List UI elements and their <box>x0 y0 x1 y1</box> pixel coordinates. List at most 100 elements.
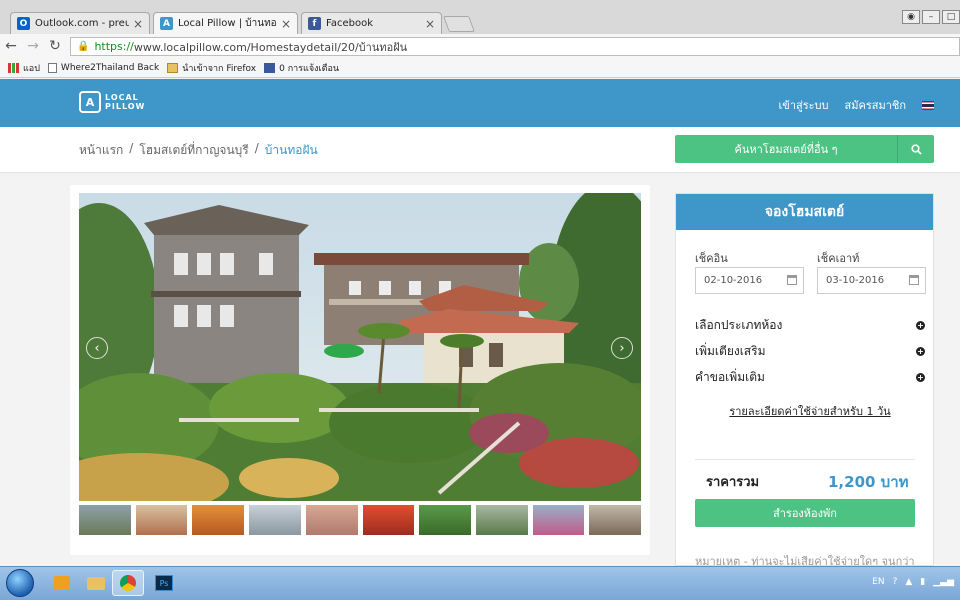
site-logo[interactable]: A LOCAL PILLOW <box>79 91 145 113</box>
window-controls: ◉ – □ <box>902 10 960 24</box>
system-tray: EN ? ▲ ▮ ▁▃▅ <box>872 577 954 587</box>
file-explorer-icon[interactable] <box>80 570 112 596</box>
browser-tab-localpillow[interactable]: A Local Pillow | บ้านทอฝัน × <box>153 12 298 34</box>
page-icon <box>47 62 57 73</box>
close-tab-icon[interactable]: × <box>425 17 435 31</box>
thai-flag-icon[interactable] <box>922 100 934 110</box>
photoshop-icon[interactable]: Ps <box>148 570 180 596</box>
lock-icon: 🔒 <box>77 41 90 52</box>
tab-title: Outlook.com - preuk13@ <box>35 18 129 29</box>
windows-start-icon[interactable] <box>6 569 34 597</box>
media-player-glyph <box>54 576 70 590</box>
url-scheme: https:// <box>94 40 134 53</box>
plus-circle-icon[interactable]: + <box>916 373 925 382</box>
search-icon[interactable] <box>897 135 934 163</box>
chrome-icon[interactable] <box>112 570 144 596</box>
homestay-photo <box>79 193 641 501</box>
reload-icon[interactable]: ↻ <box>44 38 66 54</box>
calendar-icon <box>909 275 919 285</box>
browser-tab-facebook[interactable]: f Facebook × <box>301 12 442 34</box>
room-type-option[interactable]: เลือกประเภทห้อง + <box>695 316 925 335</box>
prev-photo-button[interactable]: ‹ <box>86 337 108 359</box>
bookmark-firefox-import[interactable]: นำเข้าจาก Firefox <box>167 61 256 75</box>
logo-word-top: LOCAL <box>105 93 139 102</box>
checkout-label: เช็คเอาท์ <box>817 252 860 265</box>
close-tab-icon[interactable]: × <box>133 17 143 31</box>
back-icon[interactable]: ← <box>0 38 22 54</box>
battery-icon[interactable]: ▮ <box>920 577 925 587</box>
checkout-date-input[interactable]: 03-10-2016 <box>817 267 926 294</box>
tab-title: Facebook <box>326 18 373 29</box>
photo-illustration <box>79 193 641 501</box>
special-request-option[interactable]: คำขอเพิ่มเติม + <box>695 368 925 387</box>
breadcrumb-separator: / <box>129 141 134 155</box>
option-label: คำขอเพิ่มเติม <box>695 370 765 384</box>
url-path: www.localpillow.com/Homestaydetail/20/บ้… <box>133 40 408 54</box>
photoshop-glyph: Ps <box>155 575 173 591</box>
checkin-label: เช็คอิน <box>695 252 728 265</box>
calendar-icon <box>787 275 797 285</box>
thumbnail[interactable] <box>475 505 528 535</box>
breadcrumb-category[interactable]: โฮมสเตย์ที่กาญจนบุรี <box>139 141 248 160</box>
folder-glyph <box>87 576 105 590</box>
forward-icon[interactable]: → <box>22 38 44 54</box>
checkin-date-input[interactable]: 02-10-2016 <box>695 267 804 294</box>
breadcrumb-home[interactable]: หน้าแรก <box>79 141 123 160</box>
divider <box>695 459 915 460</box>
bookmark-notifications[interactable]: 0 การแจ้งเตือน <box>264 61 339 75</box>
thumbnail[interactable] <box>135 505 188 535</box>
user-icon[interactable]: ◉ <box>902 10 920 24</box>
apps-icon <box>8 62 19 73</box>
windows-taskbar: Ps EN ? ▲ ▮ ▁▃▅ <box>0 566 960 600</box>
breadcrumb: หน้าแรก / โฮมสเตย์ที่กาญจนบุรี / บ้านทอฝ… <box>79 141 318 160</box>
next-photo-button[interactable]: › <box>611 337 633 359</box>
search-other-homestay-button[interactable]: ค้นหาโฮมสเตย์ที่อื่น ๆ <box>675 135 897 163</box>
plus-circle-icon[interactable]: + <box>916 321 925 330</box>
close-tab-icon[interactable]: × <box>281 17 291 31</box>
url-input[interactable]: 🔒 https:// www.localpillow.com/Homestayd… <box>70 37 960 56</box>
bookmark-label: 0 การแจ้งเตือน <box>279 63 339 74</box>
search-glyph <box>910 143 922 155</box>
folder-icon <box>167 62 179 73</box>
maximize-icon[interactable]: □ <box>942 10 960 24</box>
help-icon[interactable]: ? <box>893 577 898 587</box>
reserve-room-button[interactable]: สำรองห้องพัก <box>695 499 915 527</box>
bookmarks-bar: แอป Where2Thailand Back นำเข้าจาก Firefo… <box>0 58 960 78</box>
option-label: เลือกประเภทห้อง <box>695 318 783 332</box>
bookmark-apps[interactable]: แอป <box>8 61 40 75</box>
thumbnail[interactable] <box>192 505 245 535</box>
thumbnail[interactable] <box>79 505 131 535</box>
new-tab-button[interactable] <box>443 16 475 32</box>
bookmark-where2thailand[interactable]: Where2Thailand Back <box>47 62 159 73</box>
login-link[interactable]: เข้าสู่ระบบ <box>779 96 829 114</box>
thumbnail[interactable] <box>362 505 415 535</box>
plus-circle-icon[interactable]: + <box>916 347 925 356</box>
signal-icon[interactable]: ▁▃▅ <box>933 577 954 587</box>
thumbnail[interactable] <box>249 505 301 535</box>
thumbnail[interactable] <box>532 505 585 535</box>
thumbnail[interactable] <box>305 505 358 535</box>
media-player-icon[interactable] <box>46 570 78 596</box>
booking-panel: จองโฮมสเตย์ เช็คอิน เช็คเอาท์ 02-10-2016… <box>675 193 934 566</box>
facebook-icon <box>264 62 276 73</box>
extra-bed-option[interactable]: เพิ่มเตียงเสริม + <box>695 342 925 361</box>
thumbnail-strip <box>79 505 642 535</box>
logo-word-bottom: PILLOW <box>105 102 146 111</box>
browser-tab-outlook[interactable]: O Outlook.com - preuk13@ × <box>10 12 150 34</box>
address-bar-row: ← → ↻ 🔒 https:// www.localpillow.com/Hom… <box>0 34 960 58</box>
total-price-value: 1,200 บาท <box>828 473 909 491</box>
cost-details-link[interactable]: รายละเอียดค่าใช้จ่ายสำหรับ 1 วัน <box>695 402 925 420</box>
logo-mark-icon: A <box>79 91 101 113</box>
outlook-icon: O <box>17 17 30 30</box>
thumbnail[interactable] <box>419 505 471 535</box>
register-link[interactable]: สมัครสมาชิก <box>845 96 907 114</box>
language-indicator[interactable]: EN <box>872 577 884 587</box>
thumbnail[interactable] <box>589 505 642 535</box>
logo-text: LOCAL PILLOW <box>105 93 145 111</box>
bookmark-label: แอป <box>23 63 40 74</box>
minimize-icon[interactable]: – <box>922 10 940 24</box>
tray-up-arrow-icon[interactable]: ▲ <box>905 577 912 587</box>
breadcrumb-row: หน้าแรก / โฮมสเตย์ที่กาญจนบุรี / บ้านทอฝ… <box>0 127 960 173</box>
header-nav: เข้าสู่ระบบ สมัครสมาชิก <box>779 96 934 114</box>
browser-tab-bar: O Outlook.com - preuk13@ × A Local Pillo… <box>0 0 960 34</box>
